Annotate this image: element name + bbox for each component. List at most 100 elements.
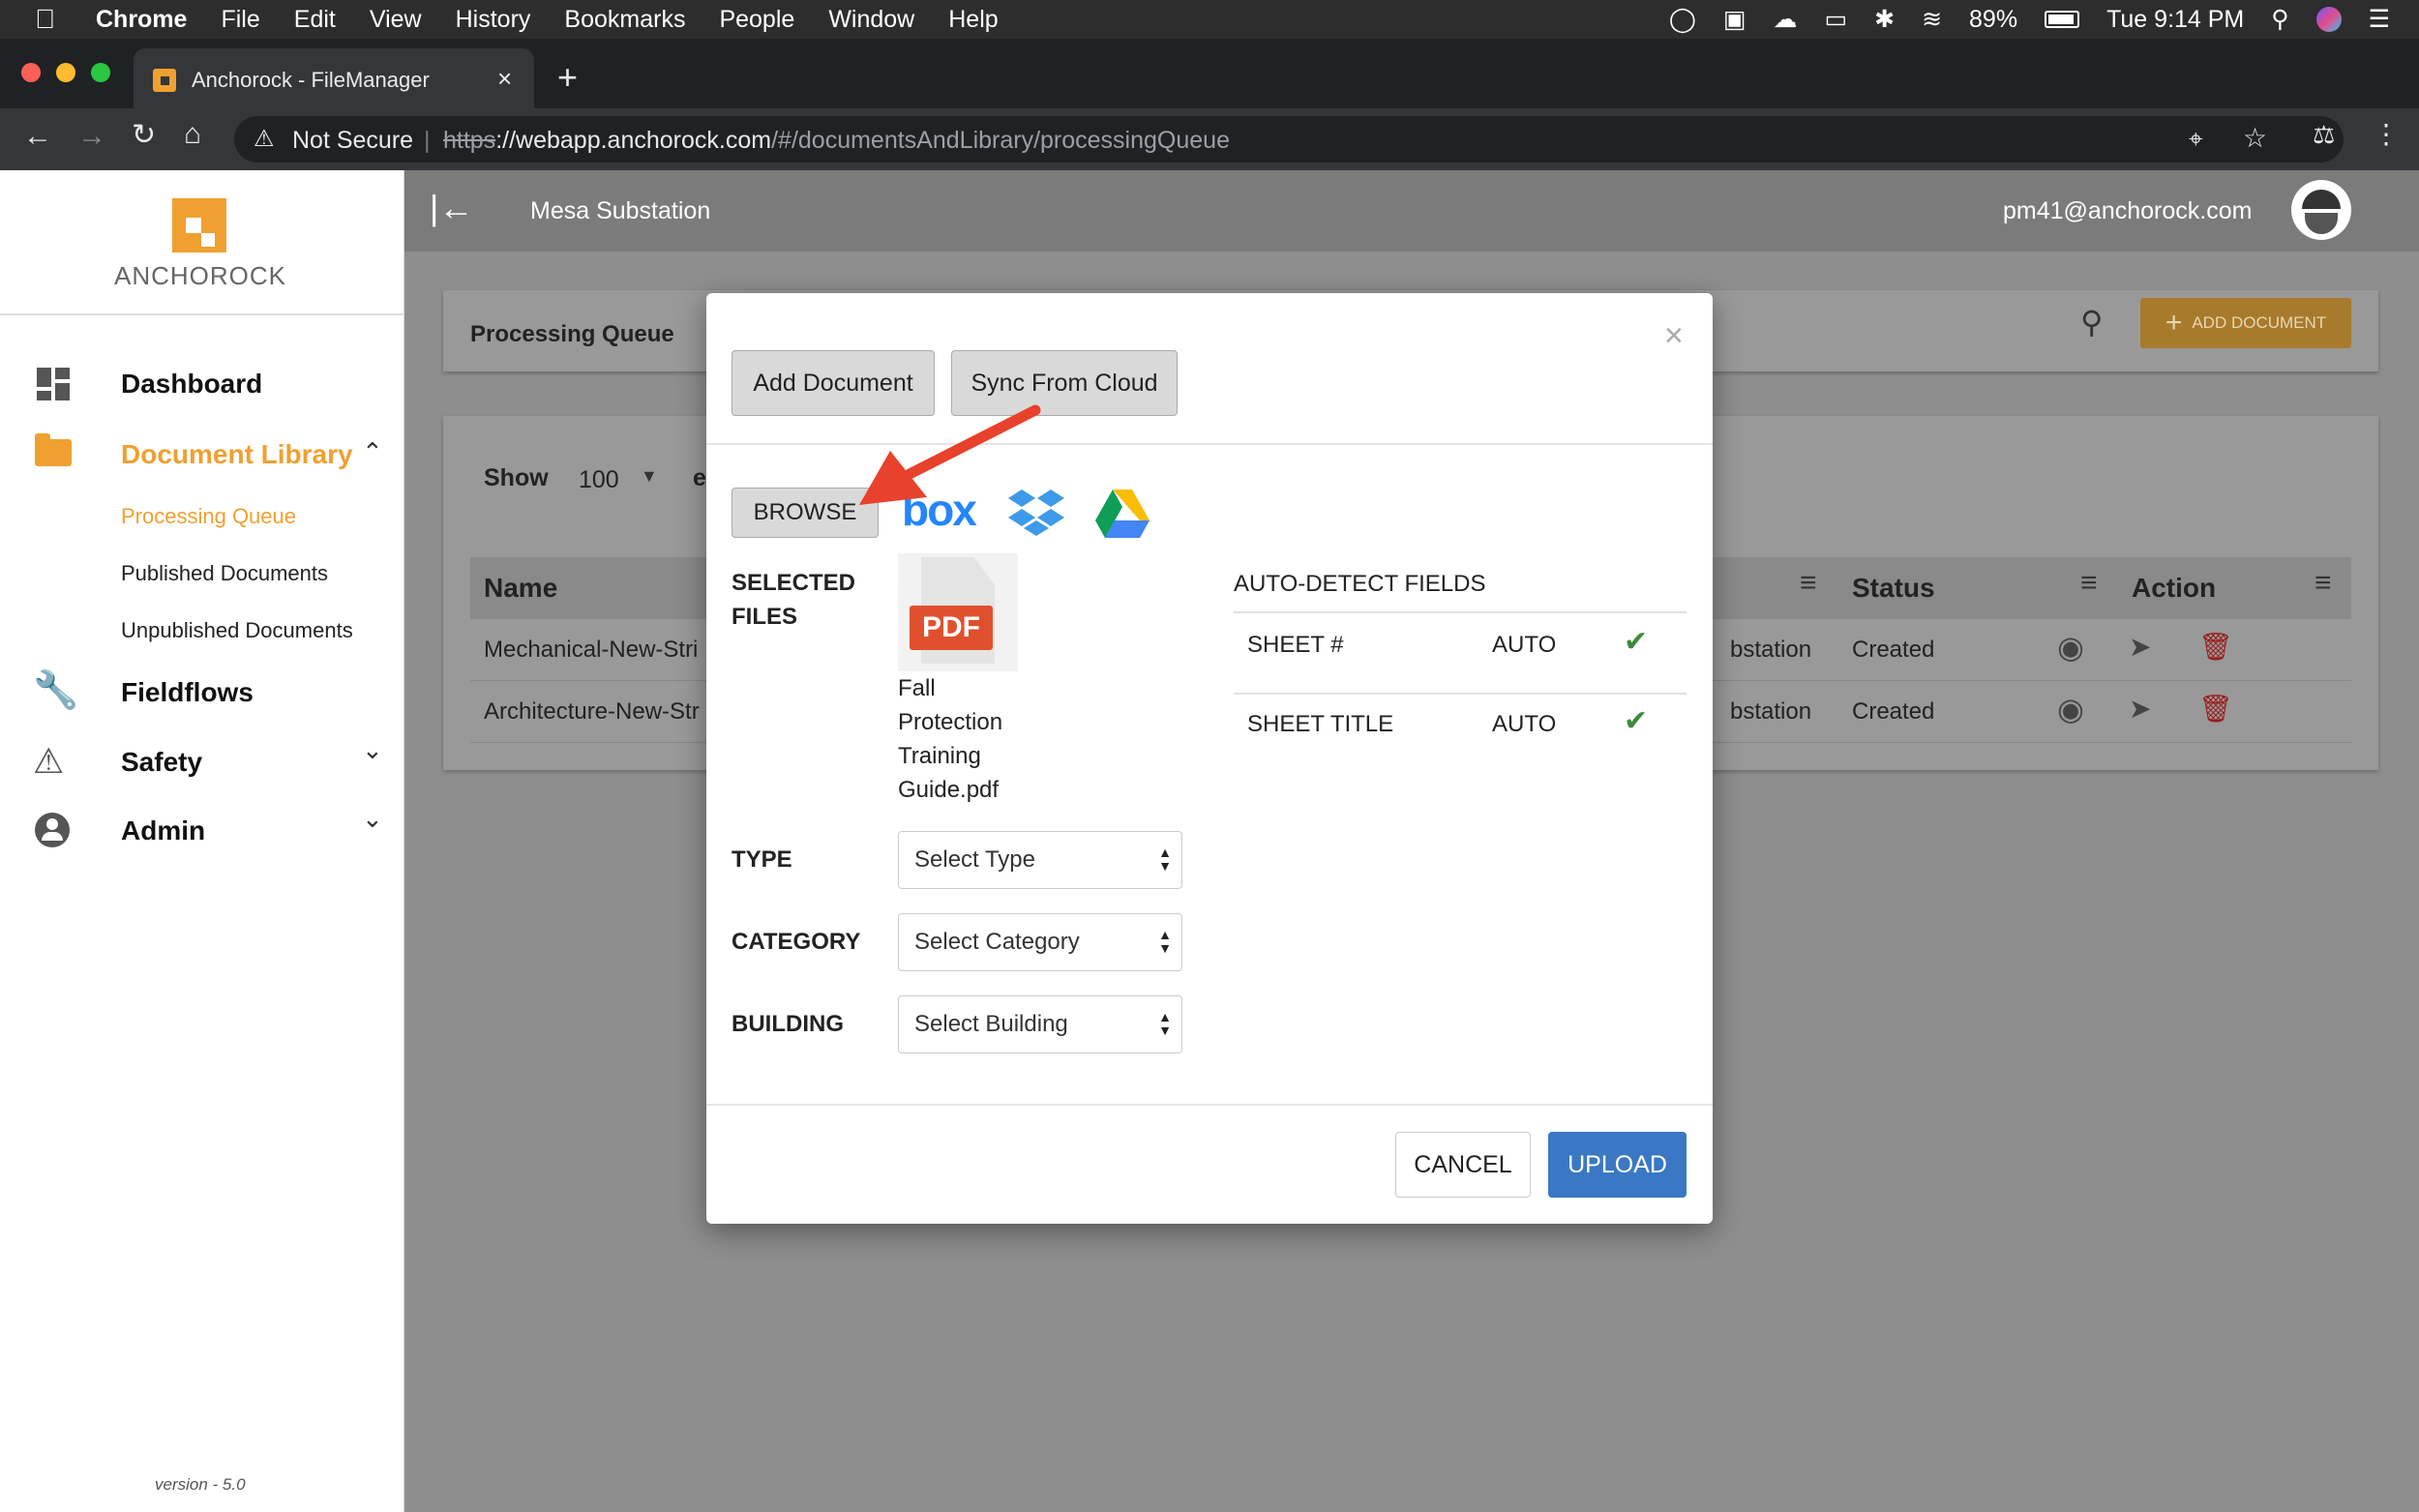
pdf-file-icon[interactable]: PDF bbox=[898, 553, 1018, 671]
menu-app-name[interactable]: Chrome bbox=[96, 6, 187, 34]
add-document-button[interactable]: + ADD DOCUMENT bbox=[2140, 298, 2351, 348]
extension-icon[interactable]: ⚖ bbox=[2313, 120, 2335, 150]
wrench-icon: 🔧 bbox=[33, 670, 79, 711]
page-title: Processing Queue bbox=[470, 321, 674, 347]
chevron-down-icon[interactable]: ⌄ bbox=[362, 804, 383, 834]
category-label: CATEGORY bbox=[732, 929, 861, 955]
notification-center-icon[interactable]: ☰ bbox=[2369, 5, 2390, 34]
chevron-down-icon[interactable]: ⌄ bbox=[362, 735, 383, 765]
sort-icon[interactable]: ≡ bbox=[1800, 567, 1817, 600]
menu-view[interactable]: View bbox=[370, 6, 422, 34]
user-email[interactable]: pm41@anchorock.com bbox=[2003, 197, 2252, 225]
sidebar-item-document-library[interactable]: Document Library bbox=[121, 439, 353, 470]
window-zoom-button[interactable] bbox=[91, 63, 110, 82]
battery-icon[interactable] bbox=[2045, 11, 2080, 28]
selected-files-label: FILES bbox=[732, 604, 798, 630]
sidebar-item-safety[interactable]: Safety bbox=[121, 747, 202, 778]
select-arrows-icon: ▲ ▼ bbox=[1158, 1009, 1172, 1038]
column-header-action[interactable]: Action bbox=[2132, 573, 2216, 604]
menu-file[interactable]: File bbox=[221, 6, 259, 34]
send-icon[interactable]: ➤ bbox=[2129, 693, 2151, 725]
tab-close-icon[interactable]: × bbox=[497, 64, 512, 94]
file-name-line: Guide.pdf bbox=[898, 777, 1000, 803]
version-label: version - 5.0 bbox=[155, 1475, 246, 1494]
page-size-select[interactable]: 100 bbox=[579, 466, 619, 494]
cancel-button[interactable]: CANCEL bbox=[1395, 1132, 1531, 1198]
menu-window[interactable]: Window bbox=[828, 6, 914, 34]
chrome-menu-icon[interactable]: ⋮ bbox=[2373, 118, 2400, 150]
plus-icon: + bbox=[2165, 307, 2183, 339]
wifi-icon[interactable]: ≋ bbox=[1922, 5, 1942, 34]
view-eye-icon[interactable]: ◉ bbox=[2057, 629, 2084, 666]
battery-percent[interactable]: 89% bbox=[1969, 6, 2017, 34]
apple-icon[interactable]:  bbox=[35, 4, 55, 35]
url-scheme: https bbox=[443, 127, 496, 154]
column-header-name[interactable]: Name bbox=[484, 573, 557, 604]
security-label[interactable]: Not Secure bbox=[292, 127, 413, 155]
chevron-up-icon[interactable]: ⌃ bbox=[362, 437, 383, 467]
menu-people[interactable]: People bbox=[719, 6, 794, 34]
selected-file-name: Fall Protection Training Guide.pdf bbox=[898, 671, 1002, 807]
sidebar-item-published-documents[interactable]: Published Documents bbox=[121, 561, 328, 586]
sidebar-item-processing-queue[interactable]: Processing Queue bbox=[121, 504, 296, 529]
row-name[interactable]: Architecture-New-Str bbox=[484, 698, 700, 726]
building-select-value: Select Building bbox=[914, 1011, 1068, 1037]
window-minimize-button[interactable] bbox=[56, 63, 75, 82]
file-name-line: Protection bbox=[898, 709, 1003, 735]
type-select[interactable]: Select Type ▲ ▼ bbox=[898, 831, 1182, 889]
back-icon[interactable]: ← bbox=[23, 120, 52, 153]
row-name[interactable]: Mechanical-New-Stri bbox=[484, 637, 698, 664]
building-label: BUILDING bbox=[732, 1011, 844, 1037]
siri-icon[interactable] bbox=[2315, 7, 2342, 32]
type-label: TYPE bbox=[732, 846, 792, 873]
window-close-button[interactable] bbox=[21, 63, 41, 82]
bluetooth-icon[interactable]: ✱ bbox=[1874, 5, 1895, 34]
clock[interactable]: Tue 9:14 PM bbox=[2106, 6, 2244, 34]
delete-icon[interactable]: 🗑 bbox=[2198, 693, 2233, 725]
address-bar[interactable]: ⚠ Not Secure | https://webapp.anchorock.… bbox=[234, 116, 2344, 163]
send-icon[interactable]: ➤ bbox=[2129, 631, 2151, 663]
home-icon[interactable]: ⌂ bbox=[184, 118, 201, 151]
sort-icon[interactable]: ≡ bbox=[2080, 567, 2098, 600]
sidebar-item-dashboard[interactable]: Dashboard bbox=[121, 369, 262, 400]
view-eye-icon[interactable]: ◉ bbox=[2057, 691, 2084, 727]
url: https://webapp.anchorock.com/#/documents… bbox=[443, 127, 1230, 155]
project-name[interactable]: Mesa Substation bbox=[530, 197, 710, 225]
menu-history[interactable]: History bbox=[456, 6, 531, 34]
page-size-caret-icon[interactable]: ▼ bbox=[641, 466, 658, 487]
menu-edit[interactable]: Edit bbox=[294, 6, 336, 34]
auto-detect-divider bbox=[1234, 611, 1687, 613]
upload-button[interactable]: UPLOAD bbox=[1548, 1132, 1687, 1198]
avatar[interactable] bbox=[2291, 180, 2351, 240]
new-tab-icon[interactable]: + bbox=[557, 58, 578, 97]
spotlight-search-icon[interactable]: ⚲ bbox=[2271, 5, 2288, 34]
show-label: Show bbox=[484, 464, 549, 491]
location-icon[interactable]: ⌖ bbox=[2189, 124, 2203, 155]
forward-icon[interactable]: → bbox=[77, 120, 106, 153]
sidebar-item-unpublished-documents[interactable]: Unpublished Documents bbox=[121, 618, 353, 643]
airplay-icon[interactable]: ▭ bbox=[1824, 5, 1847, 34]
category-select[interactable]: Select Category ▲ ▼ bbox=[898, 913, 1182, 971]
building-select[interactable]: Select Building ▲ ▼ bbox=[898, 995, 1182, 1053]
bookmark-star-icon[interactable]: ☆ bbox=[2243, 122, 2267, 154]
checkmark-icon: ✔ bbox=[1624, 626, 1649, 658]
google-drive-icon[interactable] bbox=[1095, 489, 1150, 538]
reload-icon[interactable]: ↻ bbox=[132, 118, 156, 152]
delete-icon[interactable]: 🗑 bbox=[2198, 631, 2233, 663]
sync-status-icon[interactable]: ◯ bbox=[1669, 5, 1696, 34]
sort-icon[interactable]: ≡ bbox=[2314, 567, 2332, 600]
sidebar-item-fieldflows[interactable]: Fieldflows bbox=[121, 677, 254, 708]
sidebar-item-admin[interactable]: Admin bbox=[121, 815, 205, 846]
modal-close-icon[interactable]: × bbox=[1664, 317, 1684, 355]
collapse-sidebar-icon[interactable]: |← bbox=[430, 188, 473, 228]
search-icon[interactable]: ⚲ bbox=[2080, 304, 2103, 341]
menu-help[interactable]: Help bbox=[948, 6, 998, 34]
cloud-icon[interactable]: ☁ bbox=[1773, 5, 1797, 34]
sidebar: ANCHOROCK Dashboard Document Library ⌃ P… bbox=[0, 170, 404, 1512]
browser-tab[interactable]: Anchorock - FileManager × bbox=[134, 48, 534, 108]
menu-bookmarks[interactable]: Bookmarks bbox=[564, 6, 685, 34]
notes-icon[interactable]: ▣ bbox=[1723, 5, 1747, 34]
row-project: bstation bbox=[1730, 698, 1812, 725]
macos-menu-bar:  Chrome File Edit View History Bookmark… bbox=[0, 0, 2419, 39]
column-header-status[interactable]: Status bbox=[1852, 573, 1935, 604]
